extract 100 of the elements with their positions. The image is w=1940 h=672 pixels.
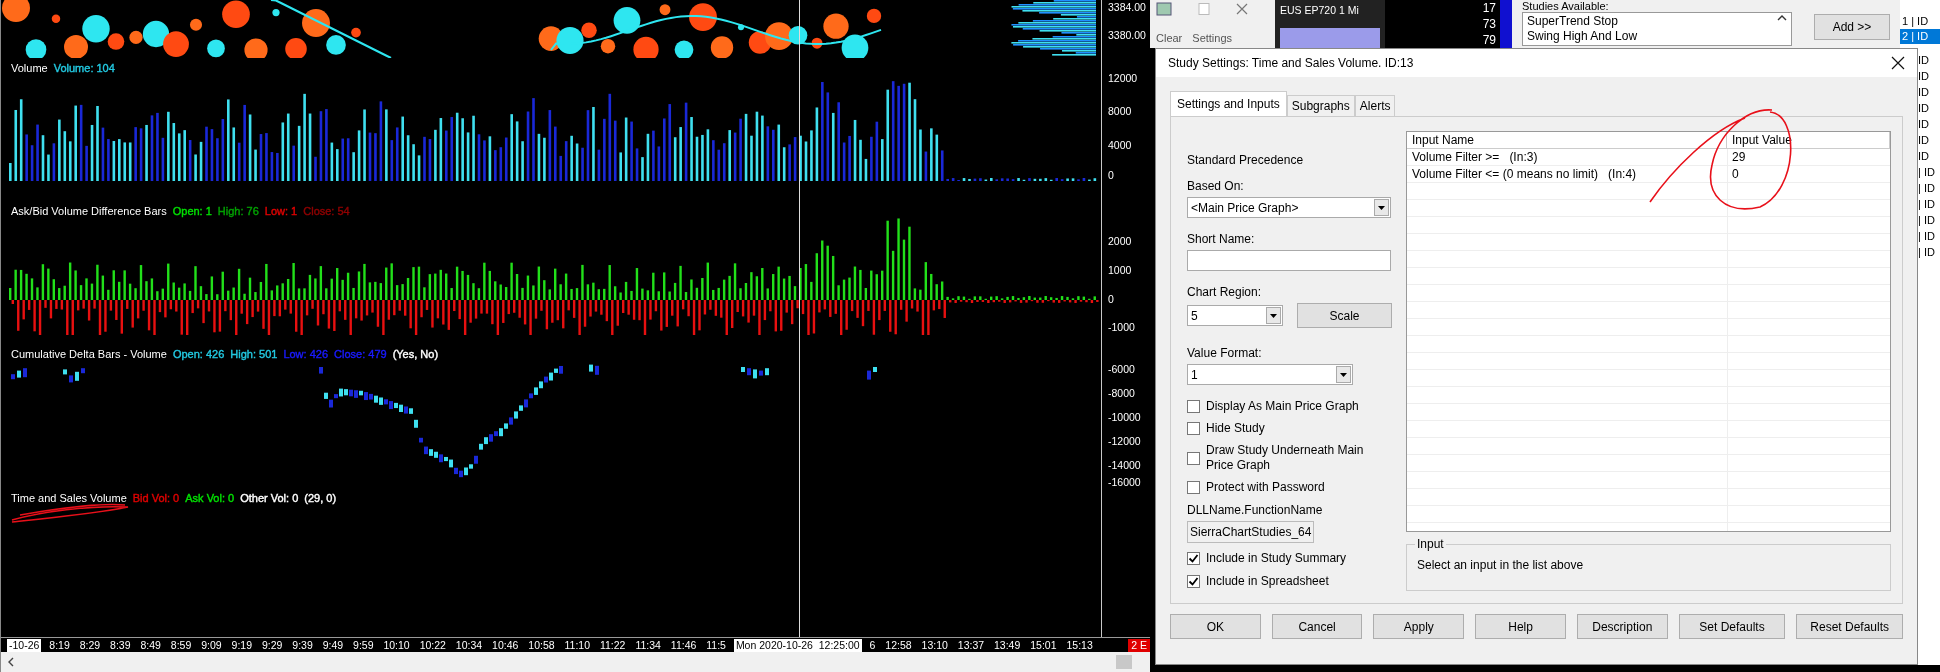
dialog-button[interactable]: Description xyxy=(1576,614,1668,639)
dialog-button[interactable]: Reset Defaults xyxy=(1796,614,1903,639)
scrollbar-thumb[interactable] xyxy=(1116,655,1132,669)
settings-tab[interactable]: Subgraphs xyxy=(1286,95,1355,116)
time-label: 9:49 xyxy=(321,638,345,652)
time-label: 8:49 xyxy=(139,638,162,652)
graph-study-item[interactable]: ID xyxy=(1918,68,1940,84)
study-title: Time and Sales Volume xyxy=(11,492,127,504)
checkbox[interactable] xyxy=(1187,451,1200,465)
checkbox[interactable] xyxy=(1187,552,1200,565)
toolbar-button[interactable]: Settings xyxy=(1192,32,1233,44)
study-list-item[interactable]: SuperTrend Stop xyxy=(1527,14,1638,29)
graph-study-item[interactable]: | ID xyxy=(1918,180,1940,196)
study-value: Low: 1 xyxy=(264,205,298,217)
value-format-dropdown[interactable]: 1 xyxy=(1187,364,1353,385)
add-button[interactable]: Add >> xyxy=(1814,14,1890,40)
date-label: -10-26 xyxy=(7,638,42,652)
study-value: High: 501 xyxy=(230,348,278,360)
study-value: Open: 1 xyxy=(172,205,212,217)
graph-study-item[interactable]: | ID xyxy=(1918,164,1940,180)
study-title: Cumulative Delta Bars - Volume xyxy=(11,348,167,360)
dll-name-field: SierraChartStudies_64 xyxy=(1187,521,1315,543)
study-value: (29, 0) xyxy=(304,492,337,504)
graph-study-item[interactable]: ID xyxy=(1918,116,1940,132)
window-icon xyxy=(1156,2,1172,16)
checkbox-label[interactable]: Draw Study Underneath Main Price Graph xyxy=(1206,443,1386,473)
graph-study-item[interactable]: 2 | ID xyxy=(1900,29,1940,44)
settings-tab[interactable]: Alerts xyxy=(1354,95,1396,116)
input-value-cell[interactable]: 29 xyxy=(1727,149,1890,166)
short-name-field[interactable] xyxy=(1187,250,1391,271)
field-label: DLLName.FunctionName xyxy=(1187,503,1323,518)
time-label: 10:58 xyxy=(527,638,556,652)
axis-label: 12000 xyxy=(1108,71,1138,84)
dom-number: 79 xyxy=(1482,32,1496,48)
axis-label: 3384.00 xyxy=(1108,0,1146,13)
graph-study-item[interactable]: | ID xyxy=(1918,212,1940,228)
bubble-marker xyxy=(207,39,225,58)
axis-label: -6000 xyxy=(1108,362,1135,375)
corner-label: 2 E xyxy=(1128,638,1150,652)
field-label: Short Name: xyxy=(1187,232,1255,247)
graph-study-item[interactable]: ID xyxy=(1918,100,1940,116)
standard-precedence-label: Standard Precedence xyxy=(1187,153,1304,168)
graph-study-item[interactable]: ID xyxy=(1918,148,1940,164)
checkbox[interactable] xyxy=(1187,400,1200,413)
input-value-cell[interactable]: 0 xyxy=(1727,166,1890,183)
checkbox-label[interactable]: Display As Main Price Graph xyxy=(1206,399,1386,414)
dialog-button[interactable]: OK xyxy=(1170,614,1261,639)
settings-tab[interactable]: Settings and Inputs xyxy=(1170,91,1287,116)
checkbox-label[interactable]: Include in Spreadsheet xyxy=(1206,574,1386,589)
study-value: Close: 479 xyxy=(334,348,387,360)
bubble-marker xyxy=(2,0,30,22)
graph-study-item[interactable]: ID xyxy=(1918,132,1940,148)
horizontal-scrollbar[interactable] xyxy=(1,652,1150,672)
dialog-button[interactable]: Cancel xyxy=(1271,614,1363,639)
studies-available-label: Studies Available: xyxy=(1522,0,1610,12)
time-label: 9:09 xyxy=(200,638,223,652)
scroll-up-icon[interactable] xyxy=(1777,14,1787,22)
studies-available-list[interactable]: SuperTrend Stop Swing High And Low xyxy=(1522,12,1792,46)
axis-label: 4000 xyxy=(1108,138,1132,151)
dialog-button[interactable]: Help xyxy=(1475,614,1566,639)
time-label: 9:59 xyxy=(352,638,375,652)
graph-study-item[interactable]: ID xyxy=(1918,52,1940,68)
graph-study-item[interactable]: ID xyxy=(1918,84,1940,100)
checkbox[interactable] xyxy=(1187,422,1200,435)
study-list-item[interactable]: Swing High And Low xyxy=(1527,29,1638,44)
based-on-dropdown[interactable]: <Main Price Graph> xyxy=(1187,197,1391,218)
scale-button[interactable]: Scale xyxy=(1297,303,1392,328)
axis-label: 0 xyxy=(1108,168,1114,181)
graph-study-item[interactable]: | ID xyxy=(1918,244,1940,260)
time-label: 10:22 xyxy=(418,638,447,652)
dialog-button[interactable]: Set Defaults xyxy=(1678,614,1786,639)
checkbox-label[interactable]: Include in Study Summary xyxy=(1206,551,1386,566)
dom-number: 73 xyxy=(1482,16,1496,32)
bubble-marker xyxy=(613,7,641,34)
field-label: Based On: xyxy=(1187,179,1244,194)
close-icon[interactable] xyxy=(1891,56,1905,70)
axis-label: 1000 xyxy=(1108,263,1132,276)
study-value: Ask Vol: 0 xyxy=(185,492,235,504)
studies-to-graph-list[interactable]: 1 | ID 2 | ID xyxy=(1900,0,1940,48)
input-name-cell[interactable]: Volume Filter <= (0 means no limit) (In:4) xyxy=(1407,166,1727,183)
toolbar-button[interactable]: Clear xyxy=(1156,32,1183,44)
study-value: Open: 426 xyxy=(172,348,225,360)
axis-label: 0 xyxy=(1108,292,1114,305)
dialog-button[interactable]: Apply xyxy=(1373,614,1465,639)
checkbox[interactable] xyxy=(1187,575,1200,588)
graph-study-item[interactable]: | ID xyxy=(1918,228,1940,244)
graph-study-item[interactable]: 1 | ID xyxy=(1900,14,1940,29)
dialog-title: Study Settings: Time and Sales Volume. ID:13 xyxy=(1168,56,1414,70)
checkbox-label[interactable]: Hide Study xyxy=(1206,421,1386,436)
chart-title: EUS EP720 1 Mi xyxy=(1280,4,1360,16)
axis-label: -14000 xyxy=(1108,458,1141,471)
input-name-cell[interactable]: Volume Filter >= (In:3) xyxy=(1407,149,1727,166)
graph-study-item[interactable]: | ID xyxy=(1918,196,1940,212)
axis-label: -16000 xyxy=(1108,475,1141,488)
chart-region-dropdown[interactable]: 5 xyxy=(1187,305,1283,326)
checkbox[interactable] xyxy=(1187,481,1200,494)
axis-label: -8000 xyxy=(1108,386,1135,399)
checkbox-label[interactable]: Protect with Password xyxy=(1206,480,1386,495)
column-header[interactable]: Input Name xyxy=(1407,132,1727,148)
cursor-time-label: Mon 2020-10-26 12:25:00 xyxy=(733,638,862,652)
